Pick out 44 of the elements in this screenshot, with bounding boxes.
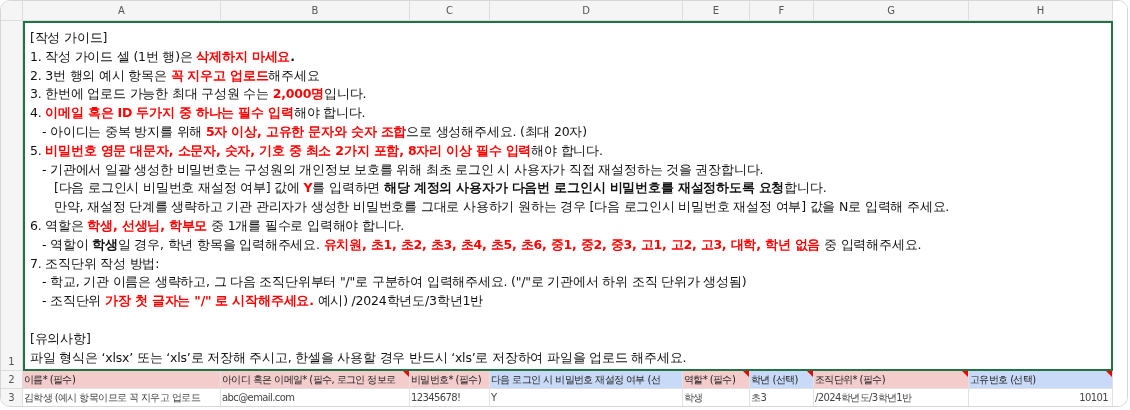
guide-text: - 학교, 기관 이름은 생략하고, 그 다음 조직단위부터 "/"로 구분하여 입력해주세요. ("/"로 기관에서 하위 조직 단위가 생성됨) [42, 273, 747, 292]
column-header[interactable]: A [23, 1, 221, 21]
header-cell: 고유번호 (선택) [969, 371, 1113, 389]
guide-text: 3. 한번에 업로드 가능한 최대 구성원 수는 2,000명입니다. [30, 85, 367, 104]
guide-text: 5. 비밀번호 영문 대문자, 소문자, 숫자, 기호 중 최소 2가지 포함, 8자리 이상 필수 입력해야 합니다. [30, 141, 603, 160]
guide-text: 4. 이메일 혹은 ID 두가지 중 하나는 필수 입력해야 합니다. [30, 104, 366, 123]
header-cell: 비밀번호* (필수) [410, 371, 490, 389]
guide-text: 만약, 재설정 단계를 생략하고 기관 관리자가 생성한 비밀번호를 그대로 사용하기 원하는 경우 [다음 로그인시 비밀번호 재설정 여부] 값을 N로 입력해 주세요. [54, 198, 950, 217]
guide-text: - 역할이 학생일 경우, 학년 항목을 입력해주세요. 유치원, 초1, 초2, 초3, 초4, 초5, 초6, 중1, 중2, 중3, 고1, 고2, 고3, 대학, 학년 없음 중 입력해주세요. [42, 235, 922, 254]
guide-cell[interactable] [23, 21, 1113, 371]
column-header[interactable]: C [410, 1, 490, 21]
table-cell: abc@email.com [221, 389, 410, 406]
guide-text: 1. 작성 가이드 셀 (1번 행)은 삭제하지 마세요. [30, 47, 295, 66]
guide-text: [다음 로그인시 비밀번호 재설정 여부] 값에 Y를 입력하면 해당 계정의 사용자가 다음번 로그인시 비밀번호를 재설정하도록 요청합니다. [54, 179, 827, 198]
column-header[interactable]: D [490, 1, 683, 21]
table-cell: 김학생 (예시 항목이므로 꼭 지우고 업로드 [23, 389, 221, 406]
column-header[interactable]: B [221, 1, 410, 21]
guide-text: 파일 형식은 ‘xlsx’ 또는 ‘xls’로 저장해 주시고, 한셀을 사용할 경우 반드시 ‘xls’로 저장하여 파일을 업로드 해주세요. [30, 348, 687, 367]
guide-text: - 아이디는 중복 방지를 위해 5자 이상, 고유한 문자와 숫자 조합으로 생성해주세요. (최대 20자) [42, 123, 587, 141]
table-cell: 초3 [750, 389, 814, 406]
table-cell: /2024학년도/3학년1반 [814, 389, 969, 406]
column-header[interactable]: F [750, 1, 814, 21]
row-header[interactable]: 3 [1, 389, 23, 406]
header-cell: 아이디 혹은 이메일* (필수, 로그인 정보로 [221, 371, 410, 389]
header-cell: 조직단위* (필수) [814, 371, 969, 389]
row-header[interactable]: 2 [1, 371, 23, 389]
guide-text: 2. 3번 행의 예시 항목은 꼭 지우고 업로드해주세요 [30, 66, 320, 85]
column-header[interactable]: G [814, 1, 969, 21]
guide-text: [작성 가이드] [30, 29, 108, 47]
column-header[interactable]: H [969, 1, 1113, 21]
header-cell: 다음 로그인 시 비밀번호 재설정 여부 (선 [490, 371, 683, 389]
header-cell: 이름* (필수) [23, 371, 221, 389]
guide-text: 6. 역할은 학생, 선생님, 학부모 중 1개를 필수로 입력해야 합니다. [30, 216, 405, 235]
column-header[interactable]: E [683, 1, 750, 21]
guide-text: [유의사항] [30, 329, 91, 348]
table-cell: Y [490, 389, 683, 406]
table-cell: 12345678! [410, 389, 490, 406]
guide-text: 7. 조직단위 작성 방법: [30, 254, 160, 273]
table-cell: 학생 [683, 389, 750, 406]
header-cell: 역할* (필수) [683, 371, 750, 389]
header-cell: 학년 (선택) [750, 371, 814, 389]
guide-text: - 기관에서 일괄 생성한 비밀번호는 구성원의 개인정보 보호를 위해 최초 로그인 시 사용자가 직접 재설정하는 것을 권장합니다. [42, 160, 764, 179]
row-header[interactable]: 1 [1, 21, 23, 371]
guide-text: - 조직단위 가장 첫 글자는 "/" 로 시작해주세요. 예시) /2024학년도/3학년1반 [42, 292, 483, 311]
